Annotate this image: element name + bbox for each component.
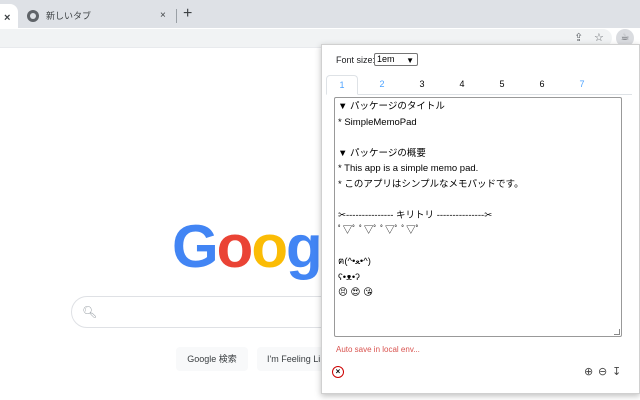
- memo-line: * SimpleMemoPad: [338, 116, 417, 128]
- memo-line: * This app is a simple memo pad.: [338, 163, 479, 174]
- new-tab-button[interactable]: +: [183, 5, 192, 23]
- font-size-label: Font size:: [336, 55, 376, 65]
- search-icon: 🔍︎: [82, 305, 98, 319]
- chevron-down-icon: ▼: [406, 56, 414, 65]
- tab-memo-5[interactable]: 5: [486, 75, 518, 95]
- font-size-value: 1em: [377, 54, 395, 64]
- close-tab-icon[interactable]: ×: [160, 10, 166, 22]
- memo-line: [338, 130, 618, 146]
- tab-divider: [176, 9, 177, 23]
- memo-tabs: 1234567: [326, 75, 632, 95]
- memo-line: ▼ パッケージのタイトル: [338, 101, 445, 112]
- tab-memo-1[interactable]: 1: [326, 75, 358, 95]
- resize-handle-icon[interactable]: [614, 329, 620, 335]
- share-icon[interactable]: ⇪: [574, 31, 583, 45]
- tab-memo-4[interactable]: 4: [446, 75, 478, 95]
- memo-line: ✂--------------- キリトリ ---------------✂: [338, 209, 493, 221]
- google-search-input[interactable]: 🔍︎: [71, 296, 341, 328]
- google-logo-letter: G: [172, 213, 219, 280]
- memo-textarea[interactable]: ▼ パッケージのタイトル * SimpleMemoPad ▼ パッケージの概要 * T…: [334, 97, 622, 337]
- tab-memo-6[interactable]: 6: [526, 75, 558, 95]
- close-tab-icon[interactable]: ×: [4, 12, 10, 24]
- memo-line: 😣 😍 😘: [338, 287, 373, 298]
- memo-line: ▼ パッケージの概要: [338, 147, 426, 159]
- memo-line: [338, 239, 618, 255]
- tab-memo-2[interactable]: 2: [366, 75, 398, 95]
- chrome-icon: [27, 10, 39, 22]
- active-tab[interactable]: ×: [0, 4, 18, 28]
- google-search-button[interactable]: Google 検索: [176, 347, 248, 371]
- download-icon[interactable]: ↧: [612, 365, 621, 379]
- zoom-out-icon[interactable]: ⊖: [598, 365, 607, 379]
- memo-line: ʕ•ᴥ•ʔ: [338, 271, 360, 283]
- feeling-lucky-button[interactable]: I'm Feeling Li: [257, 347, 327, 371]
- tab-new-tab[interactable]: 新しいタブ ×: [20, 4, 176, 28]
- memo-line: ﾟ▽ﾟ ﾟ▽ﾟ ﾟ▽ﾟ ﾟ▽ﾟ: [338, 225, 421, 236]
- clear-memo-icon[interactable]: ×: [332, 366, 344, 378]
- autosave-status: Auto save in local env...: [336, 345, 420, 354]
- google-logo-letter: g: [285, 213, 323, 280]
- google-logo: Googl: [172, 212, 337, 282]
- font-size-select[interactable]: 1em ▼: [374, 53, 418, 66]
- zoom-in-icon[interactable]: ⊕: [584, 365, 593, 379]
- memo-pad-popup: Font size: 1em ▼ 1234567 ▼ パッケージのタイトル * S…: [321, 44, 640, 394]
- memo-line: [338, 192, 618, 208]
- tab-strip: × 新しいタブ × +: [0, 0, 640, 28]
- tab-memo-7[interactable]: 7: [566, 75, 598, 95]
- memo-line: * このアプリはシンプルなメモパッドです。: [338, 178, 524, 190]
- bookmark-star-icon[interactable]: ☆: [594, 31, 604, 45]
- google-logo-letter: o: [251, 213, 288, 280]
- google-logo-letter: o: [216, 213, 254, 280]
- memo-line: ฅ(^•ﻌ•^): [338, 256, 371, 267]
- tab-title: 新しいタブ: [46, 11, 92, 21]
- tab-memo-3[interactable]: 3: [406, 75, 438, 95]
